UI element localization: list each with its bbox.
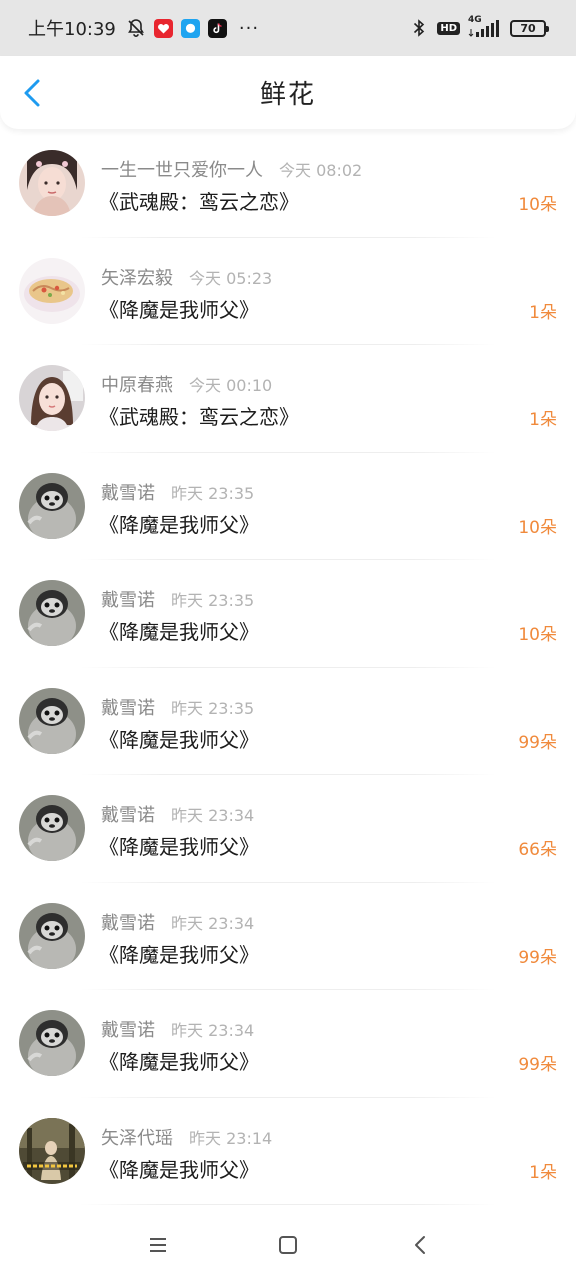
book-title[interactable]: 《降魔是我师父》: [99, 939, 259, 968]
list-item[interactable]: 戴雪诺 昨天 23:35 《降魔是我师父》 10朵: [0, 560, 576, 668]
username[interactable]: 中原春燕: [101, 371, 173, 397]
timestamp: 昨天 23:35: [171, 591, 255, 610]
flower-count: 99朵: [518, 732, 557, 753]
timestamp: 昨天 23:35: [171, 483, 255, 503]
menu-icon: [150, 1238, 166, 1252]
list-item[interactable]: 戴雪诺 昨天 23:34 《降魔是我师父》 66朵: [0, 775, 576, 883]
timestamp: 昨天 23:14: [189, 1128, 273, 1148]
timestamp: 昨天 23:34: [171, 1021, 255, 1040]
blue-chat-app-icon: [180, 18, 200, 38]
book-title[interactable]: 《降魔是我师父》: [99, 1154, 259, 1183]
book-title[interactable]: 《降魔是我师父》: [99, 294, 259, 323]
username[interactable]: 矢泽代瑶: [101, 1124, 173, 1150]
list-item[interactable]: 戴雪诺 昨天 23:35 《降魔是我师父》 99朵: [0, 668, 576, 775]
notifications-off-icon: [126, 18, 146, 38]
flower-count: 10朵: [518, 625, 557, 645]
record-meta: 戴雪诺 昨天 23:35: [101, 479, 254, 505]
timestamp: 今天 05:23: [189, 268, 273, 288]
status-bar: 上午10:39 ··· HD 4G 70: [0, 0, 576, 56]
status-time: 上午10:39: [28, 19, 116, 40]
signal-icon: 4G: [468, 15, 502, 38]
back-nav-button[interactable]: [407, 1232, 433, 1258]
avatar[interactable]: [19, 687, 85, 754]
battery-icon: 70: [510, 19, 549, 37]
username[interactable]: 戴雪诺: [101, 909, 155, 935]
username[interactable]: 戴雪诺: [101, 586, 155, 612]
record-meta: 一生一世只爱你一人 今天 08:02: [101, 156, 362, 182]
avatar[interactable]: [19, 257, 85, 324]
book-title[interactable]: 《武魂殿：鸾云之恋》: [99, 401, 299, 430]
flower-count: 99朵: [518, 947, 557, 968]
record-meta: 矢泽代瑶 昨天 23:14: [101, 1124, 272, 1150]
book-title[interactable]: 《降魔是我师父》: [99, 509, 259, 538]
avatar[interactable]: [19, 902, 85, 969]
divider: [80, 1204, 496, 1205]
flower-count: 1朵: [529, 302, 557, 323]
record-meta: 戴雪诺 昨天 23:34: [101, 909, 254, 935]
username[interactable]: 矢泽宏毅: [101, 264, 173, 290]
back-button[interactable]: [18, 78, 46, 108]
status-left: 上午10:39 ···: [28, 15, 259, 41]
flower-count: 1朵: [529, 410, 557, 430]
record-meta: 戴雪诺 昨天 23:34: [101, 801, 254, 827]
book-title[interactable]: 《降魔是我师父》: [99, 724, 259, 753]
timestamp: 今天 00:10: [189, 376, 273, 395]
username[interactable]: 戴雪诺: [101, 1016, 155, 1042]
username[interactable]: 一生一世只爱你一人: [101, 156, 263, 182]
status-right: HD 4G 70: [409, 15, 549, 38]
avatar[interactable]: [19, 1010, 85, 1076]
list-item[interactable]: 戴雪诺 昨天 23:34 《降魔是我师父》 99朵: [0, 883, 576, 990]
flower-count: 10朵: [518, 517, 557, 538]
timestamp: 昨天 23:34: [171, 913, 255, 933]
flower-count: 66朵: [518, 840, 557, 860]
avatar[interactable]: [19, 472, 85, 539]
header: 鲜花: [0, 56, 576, 129]
flower-record-list: 一生一世只爱你一人 今天 08:02 《武魂殿：鸾云之恋》 10朵 矢泽宏毅 今…: [0, 130, 576, 1205]
username[interactable]: 戴雪诺: [101, 801, 155, 827]
list-item[interactable]: 一生一世只爱你一人 今天 08:02 《武魂殿：鸾云之恋》 10朵: [0, 130, 576, 238]
network-type: 4G: [468, 15, 482, 25]
hd-icon: HD: [437, 21, 460, 35]
avatar[interactable]: [19, 795, 85, 861]
book-title[interactable]: 《降魔是我师父》: [99, 831, 259, 860]
record-meta: 戴雪诺 昨天 23:35: [101, 586, 254, 612]
menu-button[interactable]: [145, 1232, 171, 1258]
home-icon: [279, 1236, 297, 1254]
status-more: ···: [238, 17, 260, 39]
tiktok-icon: [207, 18, 227, 38]
avatar[interactable]: [19, 1117, 85, 1184]
chevron-left-icon: [24, 79, 40, 107]
page-title: 鲜花: [259, 80, 316, 110]
book-title[interactable]: 《武魂殿：鸾云之恋》: [99, 186, 299, 215]
back-icon: [415, 1236, 425, 1254]
avatar[interactable]: [19, 580, 85, 646]
username[interactable]: 戴雪诺: [101, 479, 155, 505]
flower-count: 10朵: [518, 195, 557, 215]
flower-count: 99朵: [518, 1055, 557, 1075]
red-app-icon: [153, 18, 173, 38]
record-meta: 戴雪诺 昨天 23:35: [101, 694, 254, 720]
book-title[interactable]: 《降魔是我师父》: [99, 616, 259, 645]
timestamp: 今天 08:02: [279, 161, 363, 180]
record-meta: 戴雪诺 昨天 23:34: [101, 1016, 254, 1042]
system-nav-bar: [0, 1210, 576, 1280]
list-item[interactable]: 矢泽宏毅 今天 05:23 《降魔是我师父》 1朵: [0, 238, 576, 345]
record-meta: 矢泽宏毅 今天 05:23: [101, 264, 272, 290]
timestamp: 昨天 23:34: [171, 806, 255, 825]
bluetooth-icon: [409, 18, 429, 38]
username[interactable]: 戴雪诺: [101, 694, 155, 720]
book-title[interactable]: 《降魔是我师父》: [99, 1046, 259, 1075]
list-item[interactable]: 矢泽代瑶 昨天 23:14 《降魔是我师父》 1朵: [0, 1098, 576, 1205]
list-item[interactable]: 戴雪诺 昨天 23:34 《降魔是我师父》 99朵: [0, 990, 576, 1098]
avatar[interactable]: [19, 365, 85, 431]
avatar[interactable]: [19, 150, 85, 216]
timestamp: 昨天 23:35: [171, 698, 255, 718]
list-item[interactable]: 中原春燕 今天 00:10 《武魂殿：鸾云之恋》 1朵: [0, 345, 576, 453]
record-meta: 中原春燕 今天 00:10: [101, 371, 272, 397]
home-button[interactable]: [275, 1232, 301, 1258]
flower-count: 1朵: [529, 1162, 557, 1183]
battery-level: 70: [520, 21, 536, 35]
list-item[interactable]: 戴雪诺 昨天 23:35 《降魔是我师父》 10朵: [0, 453, 576, 560]
